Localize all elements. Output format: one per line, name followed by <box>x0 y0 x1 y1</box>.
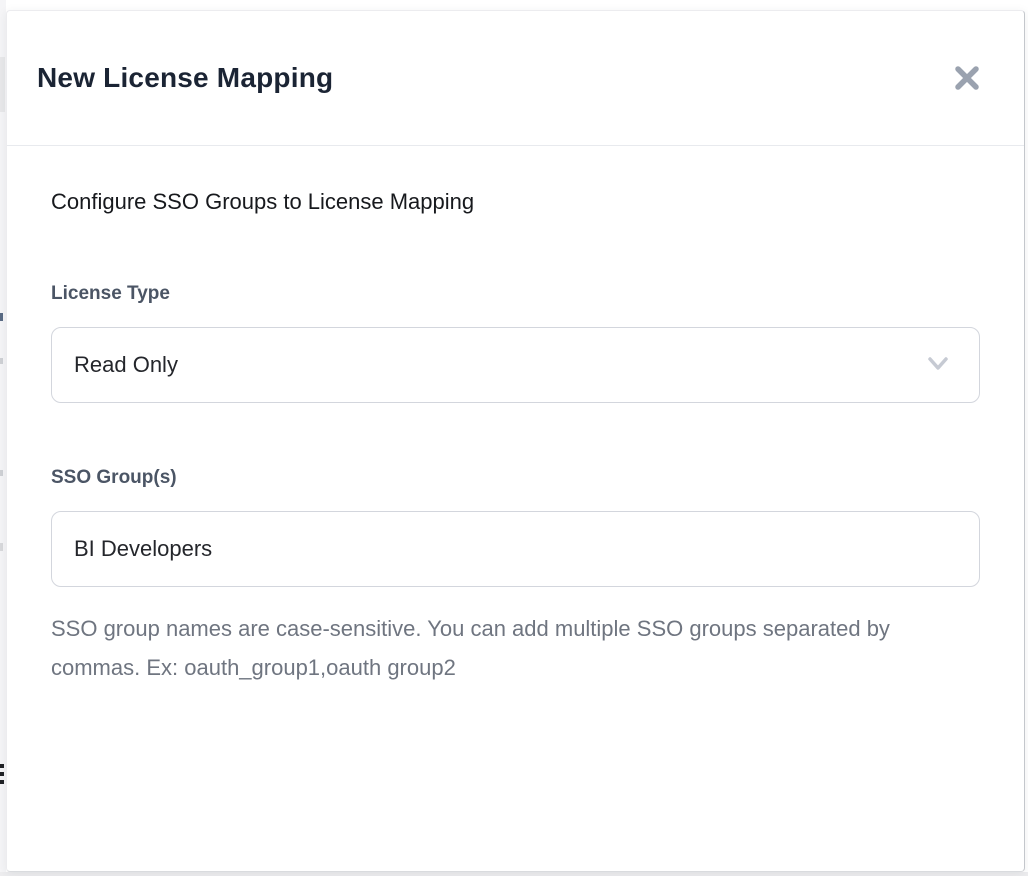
sso-groups-input[interactable] <box>51 511 980 587</box>
menu-icon-fragment <box>0 764 4 788</box>
dialog-body: Configure SSO Groups to License Mapping … <box>7 188 1024 687</box>
license-type-label: License Type <box>51 282 980 306</box>
close-button[interactable] <box>948 59 986 97</box>
background-bottom-strip <box>0 872 1028 876</box>
background-fragment <box>0 470 3 476</box>
background-fragment <box>0 358 3 364</box>
new-license-mapping-dialog: New License Mapping Configure SSO Groups… <box>6 10 1025 872</box>
background-fragment <box>0 57 5 112</box>
background-fragment <box>0 543 3 551</box>
dialog-header: New License Mapping <box>7 11 1024 146</box>
background-fragment <box>0 313 3 321</box>
chevron-down-icon <box>923 351 953 380</box>
dialog-title: New License Mapping <box>37 62 333 94</box>
license-type-selected-value: Read Only <box>74 352 178 378</box>
license-type-select[interactable]: Read Only <box>51 327 980 403</box>
sso-groups-label: SSO Group(s) <box>51 466 980 490</box>
section-heading: Configure SSO Groups to License Mapping <box>51 188 980 216</box>
sso-groups-help-text: SSO group names are case-sensitive. You … <box>51 609 931 687</box>
close-icon <box>952 81 982 96</box>
